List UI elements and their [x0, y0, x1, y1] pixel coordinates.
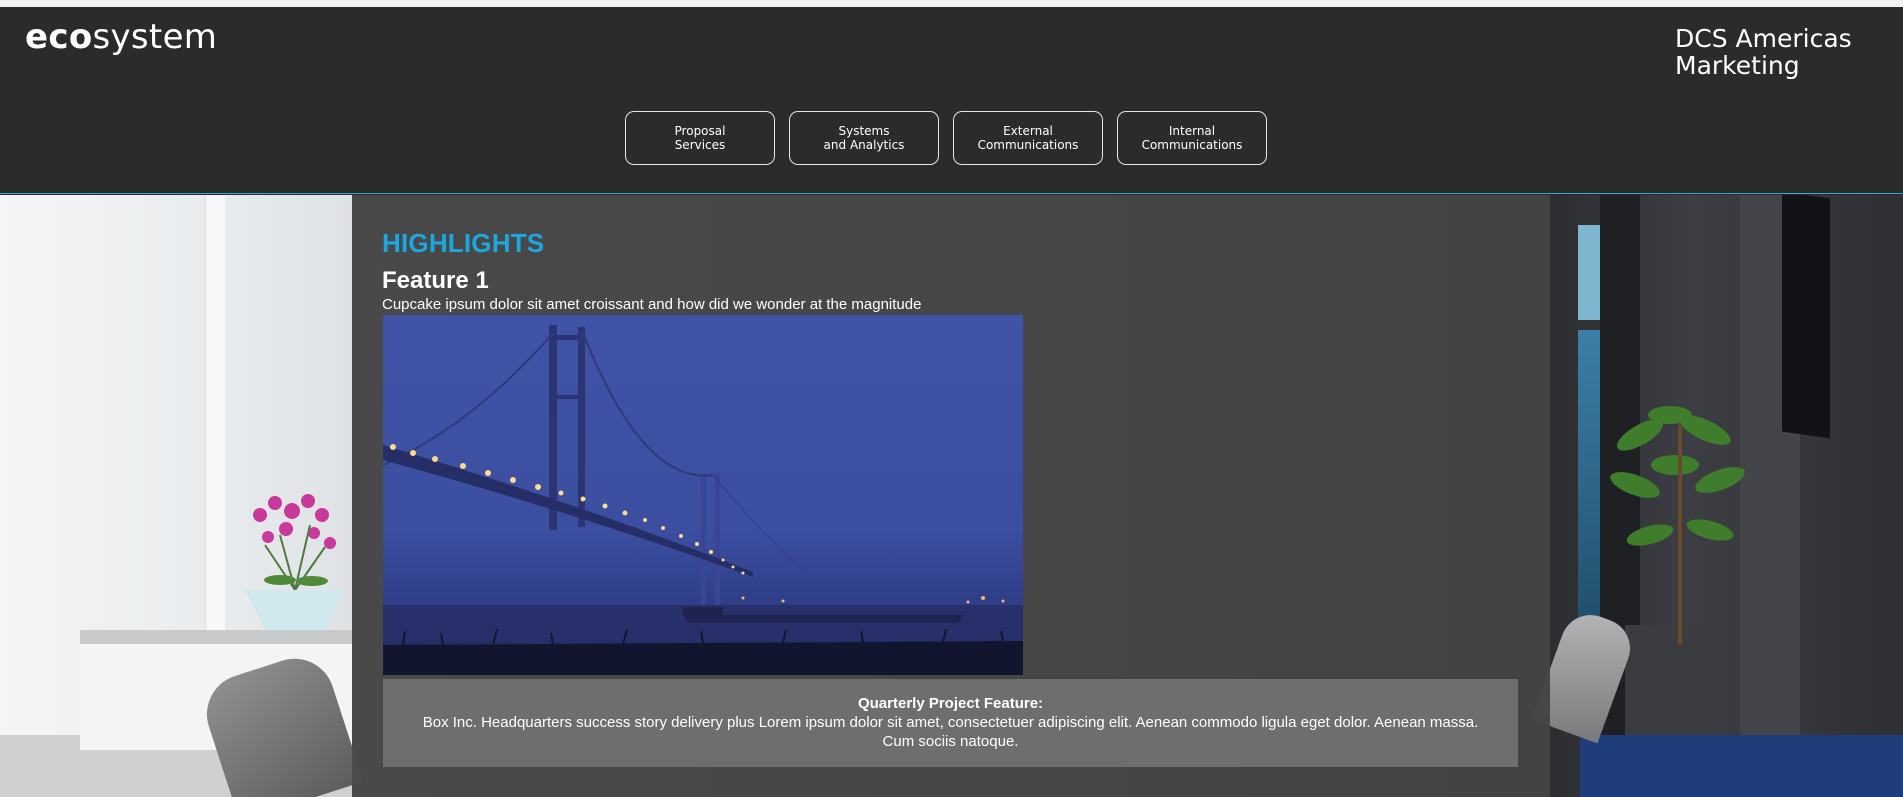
- feature-subtitle: Cupcake ipsum dolor sit amet croissant a…: [382, 296, 922, 313]
- window: [1578, 330, 1600, 620]
- nav-internal-communications-button[interactable]: Internal Communications: [1117, 111, 1267, 165]
- highlights-heading: HIGHLIGHTS: [382, 228, 545, 258]
- nav-proposal-services-button[interactable]: Proposal Services: [625, 111, 775, 165]
- nav-external-communications-button[interactable]: External Communications: [953, 111, 1103, 165]
- logo-bold-text: eco: [25, 17, 93, 57]
- feature-title: Feature 1: [382, 267, 489, 294]
- flower-vase: [245, 590, 345, 630]
- org-name-line1: DCS Americas: [1675, 24, 1852, 53]
- lobby-background-right: [1531, 195, 1903, 797]
- logo-rest-text: system: [92, 17, 218, 57]
- wall-tv: [1782, 195, 1830, 439]
- bridge-illustration: [383, 315, 1023, 675]
- orchid-plant-image: [253, 494, 336, 591]
- top-strip: [0, 0, 1903, 7]
- site-header: ecosystem DCS Americas Marketing Proposa…: [0, 7, 1903, 194]
- floor-rug: [1580, 735, 1903, 797]
- nav-systems-analytics-button[interactable]: Systems and Analytics: [789, 111, 939, 165]
- hero-section: HIGHLIGHTS Feature 1 Cupcake ipsum dolor…: [0, 195, 1903, 797]
- caption-text: Box Inc. Headquarters success story deli…: [422, 714, 1479, 750]
- quarterly-feature-caption: Quarterly Project Feature: Box Inc. Head…: [383, 679, 1518, 767]
- bridge-at-dusk-image[interactable]: [383, 315, 1023, 675]
- lobby-background-left: [0, 195, 364, 797]
- site-logo[interactable]: ecosystem: [25, 17, 217, 57]
- caption-title: Quarterly Project Feature:: [857, 695, 1044, 712]
- org-name: DCS Americas Marketing: [1675, 25, 1865, 79]
- window: [1578, 225, 1600, 320]
- potted-plant-image: [1610, 406, 1745, 645]
- main-nav: Proposal Services Systems and Analytics …: [625, 111, 1267, 165]
- org-name-line2: Marketing: [1675, 51, 1800, 80]
